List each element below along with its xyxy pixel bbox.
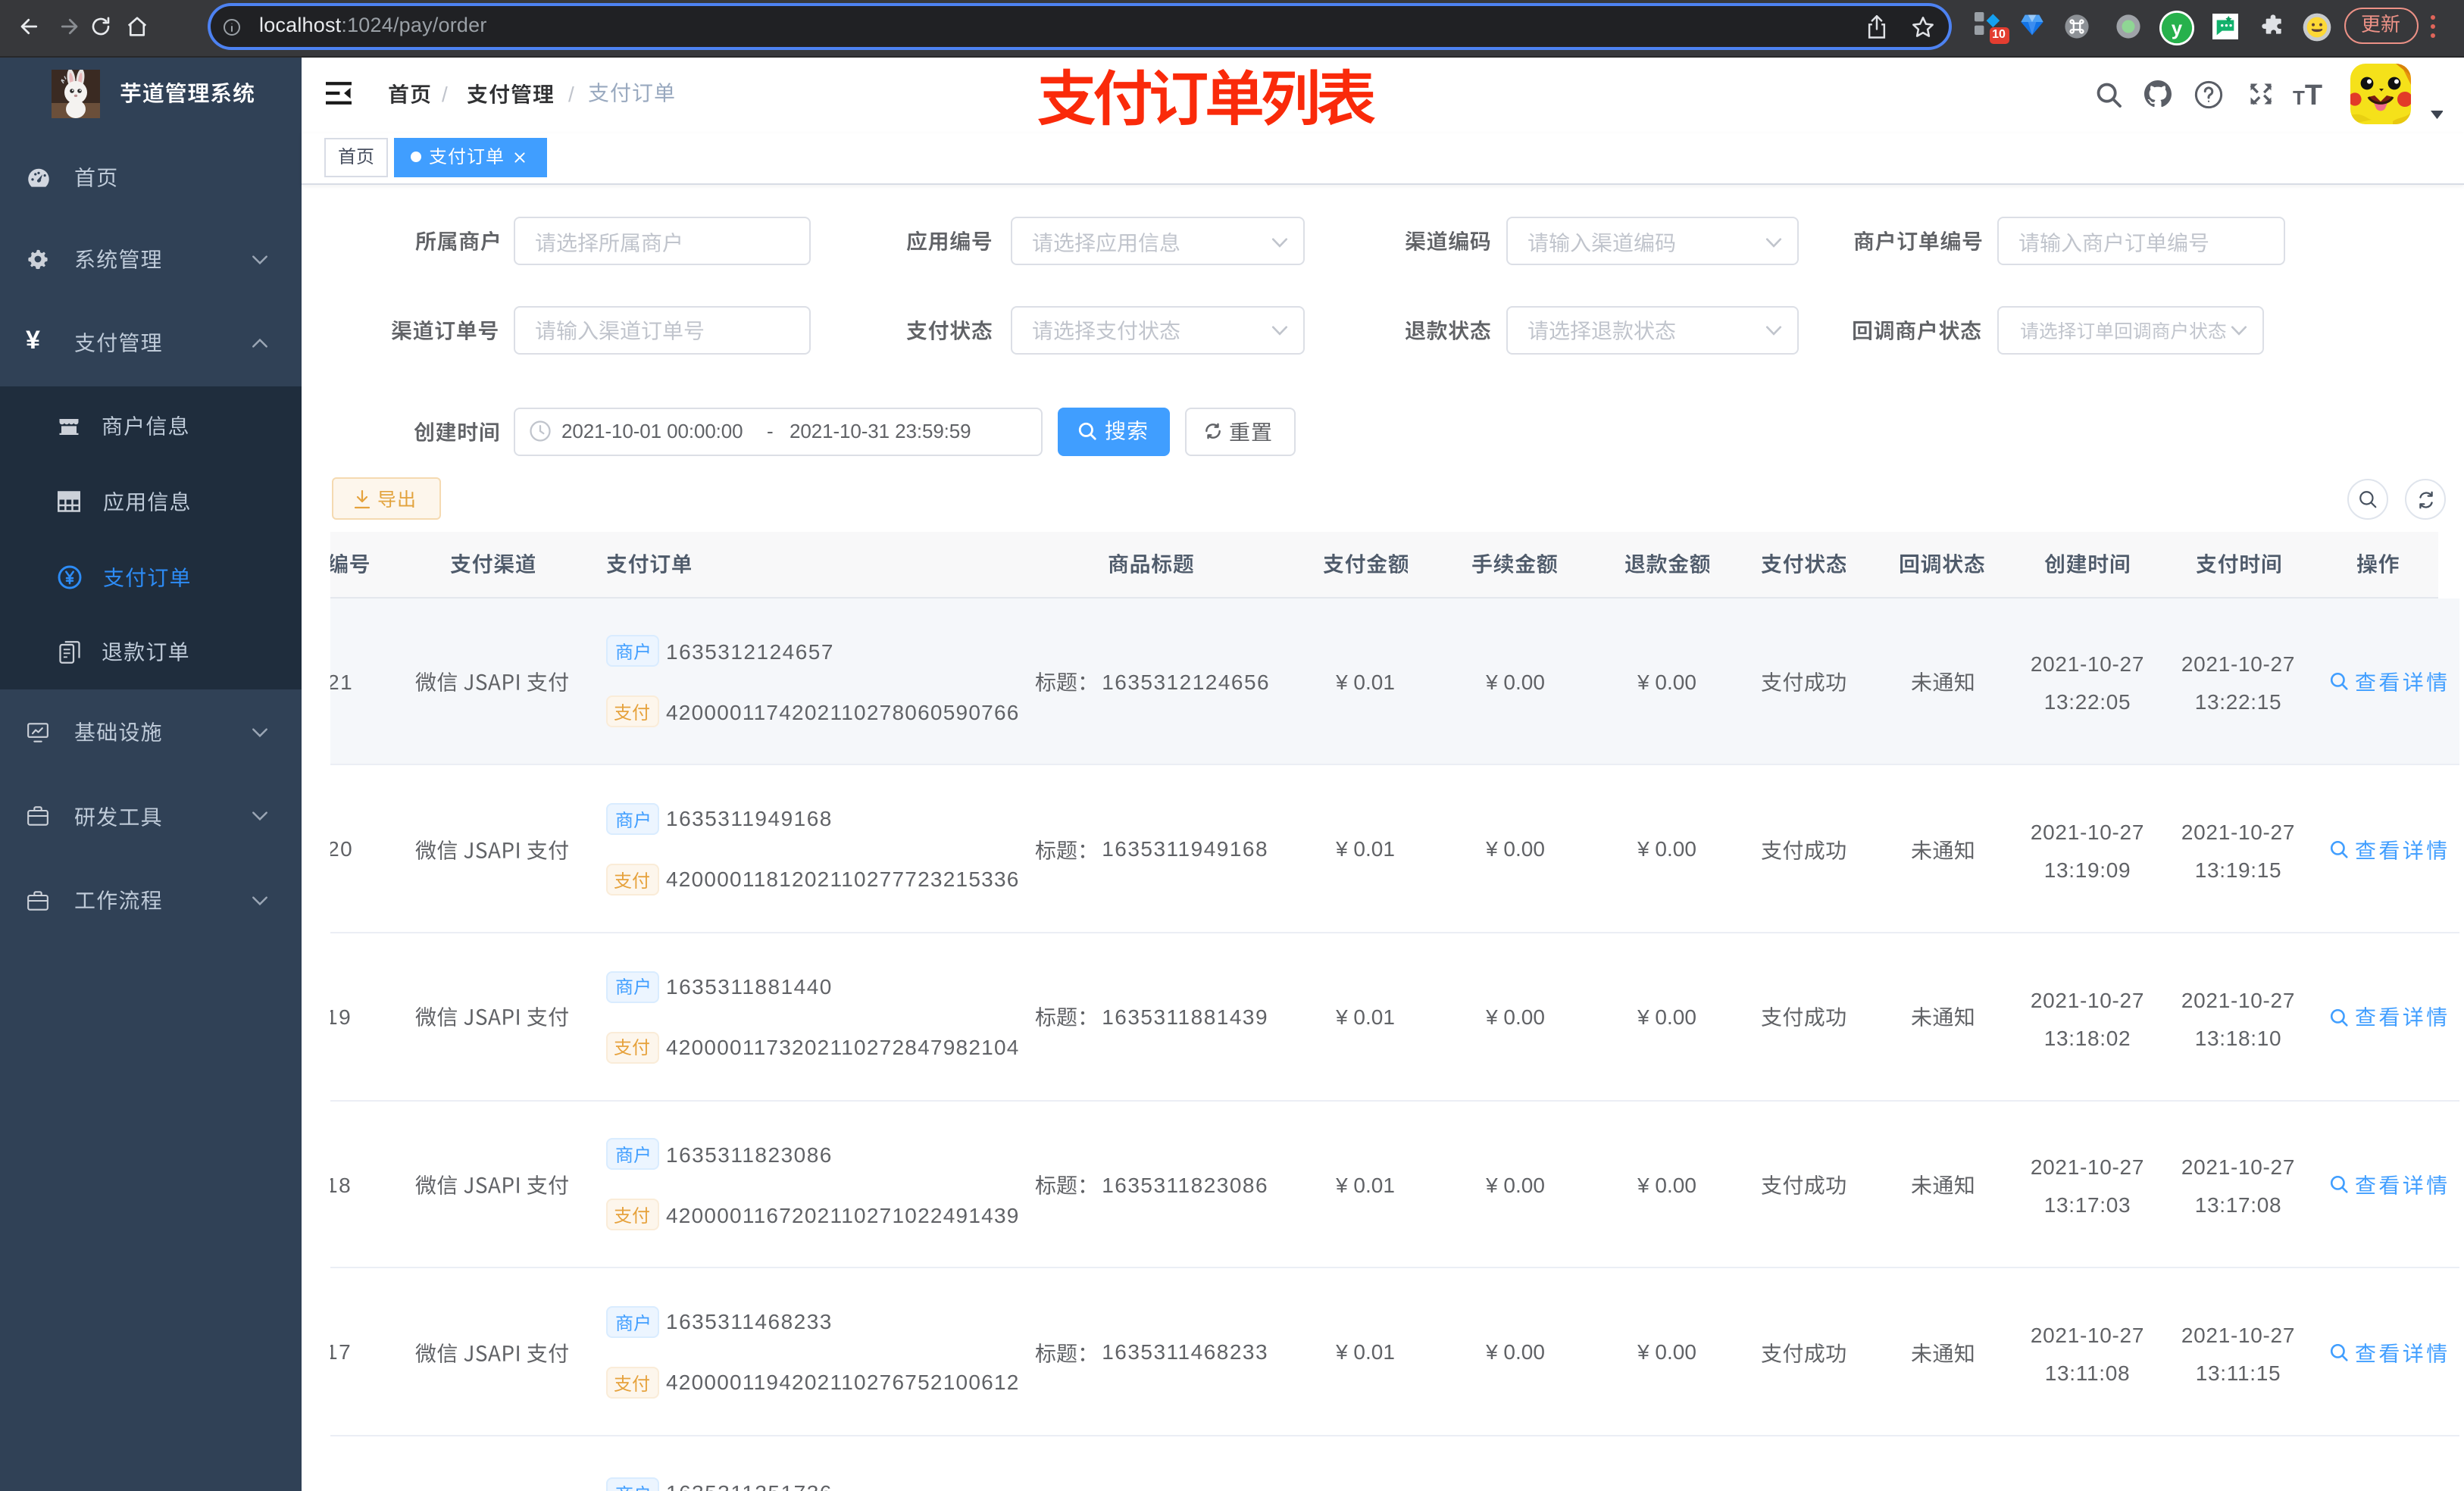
- svg-text:y: y: [2172, 17, 2183, 39]
